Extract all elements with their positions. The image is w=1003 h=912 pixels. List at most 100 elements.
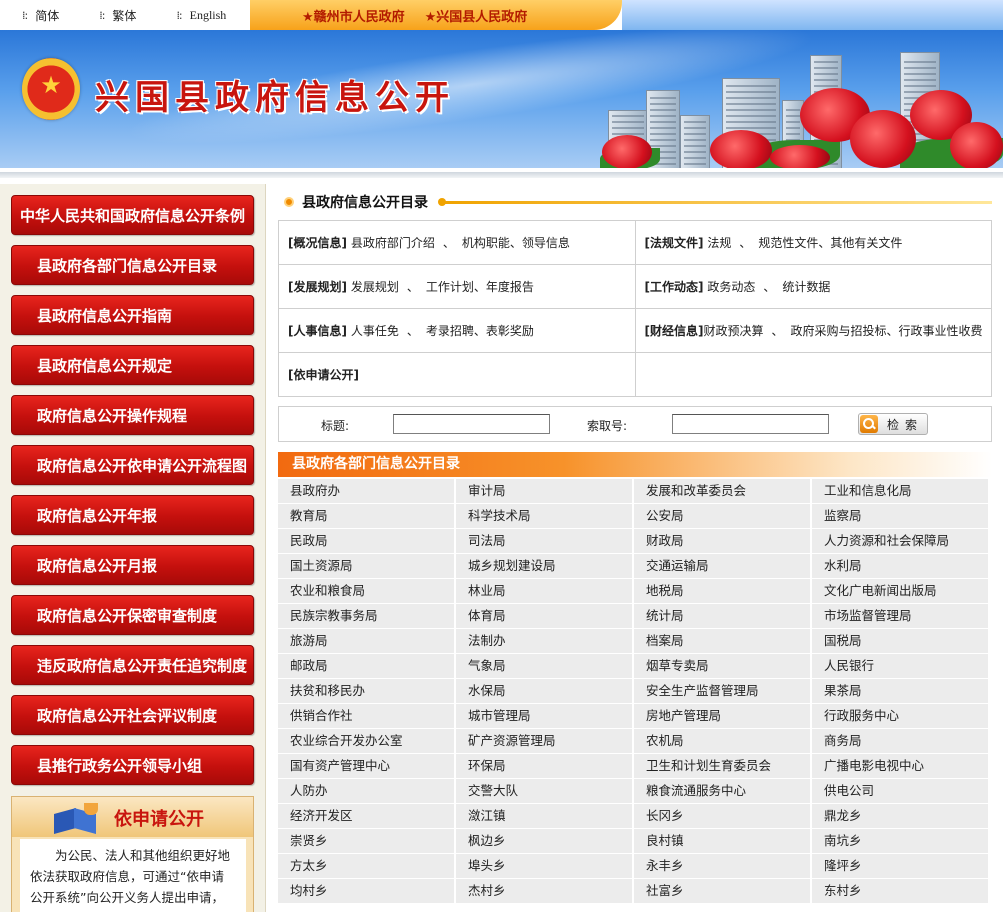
dept-link[interactable]: 农业综合开发办公室	[278, 729, 456, 754]
catalog-link[interactable]: 机构职能	[462, 236, 510, 250]
catalog-link[interactable]: 领导信息	[522, 236, 570, 250]
dept-link[interactable]: 人民银行	[812, 654, 990, 679]
dept-link[interactable]: 永丰乡	[634, 854, 812, 879]
lang-traditional[interactable]: ⁞: 繁体	[99, 7, 136, 24]
catalog-link[interactable]: 县政府部门介绍	[351, 236, 435, 250]
dept-link[interactable]: 矿产资源管理局	[456, 729, 634, 754]
dept-link[interactable]: 粮食流通服务中心	[634, 779, 812, 804]
dept-link[interactable]: 国有资产管理中心	[278, 754, 456, 779]
catalog-link[interactable]: 表彰奖励	[486, 324, 534, 338]
dept-link[interactable]: 公安局	[634, 504, 812, 529]
dept-link[interactable]: 扶贫和移民办	[278, 679, 456, 704]
dept-link[interactable]: 城乡规划建设局	[456, 554, 634, 579]
dept-link[interactable]: 工业和信息化局	[812, 479, 990, 504]
apply-disclosure-box[interactable]: 依申请公开 为公民、法人和其他组织更好地依法获取政府信息，可通过“依申请公开系统…	[11, 796, 254, 912]
dept-link[interactable]: 体育局	[456, 604, 634, 629]
dept-link[interactable]: 烟草专卖局	[634, 654, 812, 679]
catalog-category[interactable]: [依申请公开]	[288, 368, 359, 382]
dept-link[interactable]: 邮政局	[278, 654, 456, 679]
dept-link[interactable]: 人力资源和社会保障局	[812, 529, 990, 554]
title-input[interactable]	[393, 414, 550, 434]
catalog-link[interactable]: 发展规划	[351, 280, 399, 294]
dept-link[interactable]: 林业局	[456, 579, 634, 604]
catalog-category[interactable]: [概况信息]	[288, 236, 347, 250]
catalog-link[interactable]: 法规	[707, 236, 731, 250]
lang-english[interactable]: ⁞: English	[176, 8, 226, 23]
dept-link[interactable]: 市场监督管理局	[812, 604, 990, 629]
dept-link[interactable]: 审计局	[456, 479, 634, 504]
dept-link[interactable]: 潋江镇	[456, 804, 634, 829]
dept-link[interactable]: 农机局	[634, 729, 812, 754]
dept-link[interactable]: 水利局	[812, 554, 990, 579]
catalog-link[interactable]: 政务动态	[707, 280, 755, 294]
sidebar-item-public-review[interactable]: 政府信息公开社会评议制度	[11, 695, 254, 735]
catalog-link[interactable]: 财政预决算	[703, 324, 763, 338]
sidebar-item-monthly-report[interactable]: 政府信息公开月报	[11, 545, 254, 585]
sidebar-item-accountability[interactable]: 违反政府信息公开责任追究制度	[11, 645, 254, 685]
dept-link[interactable]: 统计局	[634, 604, 812, 629]
dept-link[interactable]: 财政局	[634, 529, 812, 554]
dept-link[interactable]: 商务局	[812, 729, 990, 754]
catalog-link[interactable]: 其他有关文件	[830, 236, 902, 250]
sidebar-item-regulations[interactable]: 中华人民共和国政府信息公开条例	[11, 195, 254, 235]
sidebar-item-dept-catalog[interactable]: 县政府各部门信息公开目录	[11, 245, 254, 285]
dept-link[interactable]: 均村乡	[278, 879, 456, 904]
dept-link[interactable]: 法制办	[456, 629, 634, 654]
dept-link[interactable]: 埠头乡	[456, 854, 634, 879]
catalog-category[interactable]: [工作动态]	[645, 280, 704, 294]
catalog-link[interactable]: 行政事业性收费	[899, 324, 983, 338]
dept-link[interactable]: 房地产管理局	[634, 704, 812, 729]
dept-link[interactable]: 农业和粮食局	[278, 579, 456, 604]
dept-link[interactable]: 广播电影电视中心	[812, 754, 990, 779]
catalog-category[interactable]: [财经信息]	[645, 324, 704, 338]
index-input[interactable]	[672, 414, 829, 434]
dept-link[interactable]: 鼎龙乡	[812, 804, 990, 829]
catalog-link[interactable]: 统计数据	[782, 280, 830, 294]
catalog-link[interactable]: 规范性文件	[758, 236, 818, 250]
dept-link[interactable]: 卫生和计划生育委员会	[634, 754, 812, 779]
dept-link[interactable]: 民政局	[278, 529, 456, 554]
dept-link[interactable]: 民族宗教事务局	[278, 604, 456, 629]
catalog-category[interactable]: [法规文件]	[645, 236, 704, 250]
dept-link[interactable]: 司法局	[456, 529, 634, 554]
dept-link[interactable]: 崇贤乡	[278, 829, 456, 854]
sidebar-item-procedures[interactable]: 政府信息公开操作规程	[11, 395, 254, 435]
dept-link[interactable]: 果茶局	[812, 679, 990, 704]
dept-link[interactable]: 水保局	[456, 679, 634, 704]
sidebar-item-guide[interactable]: 县政府信息公开指南	[11, 295, 254, 335]
sidebar-item-application-flow[interactable]: 政府信息公开依申请公开流程图	[11, 445, 254, 485]
dept-link[interactable]: 行政服务中心	[812, 704, 990, 729]
search-button[interactable]: 检索	[858, 413, 928, 435]
dept-link[interactable]: 人防办	[278, 779, 456, 804]
sidebar-item-leading-group[interactable]: 县推行政务公开领导小组	[11, 745, 254, 785]
dept-link[interactable]: 城市管理局	[456, 704, 634, 729]
lang-simplified[interactable]: ⁞: 简体	[22, 7, 59, 24]
dept-link[interactable]: 供销合作社	[278, 704, 456, 729]
dept-link[interactable]: 文化广电新闻出版局	[812, 579, 990, 604]
dept-link[interactable]: 南坑乡	[812, 829, 990, 854]
dept-link[interactable]: 档案局	[634, 629, 812, 654]
dept-link[interactable]: 良村镇	[634, 829, 812, 854]
dept-link[interactable]: 供电公司	[812, 779, 990, 804]
dept-link[interactable]: 县政府办	[278, 479, 456, 504]
dept-link[interactable]: 长冈乡	[634, 804, 812, 829]
xingguo-gov-link[interactable]: ★兴国县人民政府	[425, 6, 528, 25]
catalog-category[interactable]: [人事信息]	[288, 324, 347, 338]
ganzhou-gov-link[interactable]: ★赣州市人民政府	[302, 6, 405, 25]
dept-link[interactable]: 社富乡	[634, 879, 812, 904]
dept-link[interactable]: 科学技术局	[456, 504, 634, 529]
catalog-link[interactable]: 政府采购与招投标	[791, 324, 887, 338]
dept-link[interactable]: 东村乡	[812, 879, 990, 904]
dept-link[interactable]: 环保局	[456, 754, 634, 779]
dept-link[interactable]: 方太乡	[278, 854, 456, 879]
sidebar-item-confidentiality-review[interactable]: 政府信息公开保密审查制度	[11, 595, 254, 635]
catalog-link[interactable]: 考录招聘	[426, 324, 474, 338]
dept-link[interactable]: 气象局	[456, 654, 634, 679]
dept-link[interactable]: 国税局	[812, 629, 990, 654]
dept-link[interactable]: 监察局	[812, 504, 990, 529]
dept-link[interactable]: 教育局	[278, 504, 456, 529]
dept-link[interactable]: 经济开发区	[278, 804, 456, 829]
dept-link[interactable]: 旅游局	[278, 629, 456, 654]
dept-link[interactable]: 枫边乡	[456, 829, 634, 854]
dept-link[interactable]: 地税局	[634, 579, 812, 604]
